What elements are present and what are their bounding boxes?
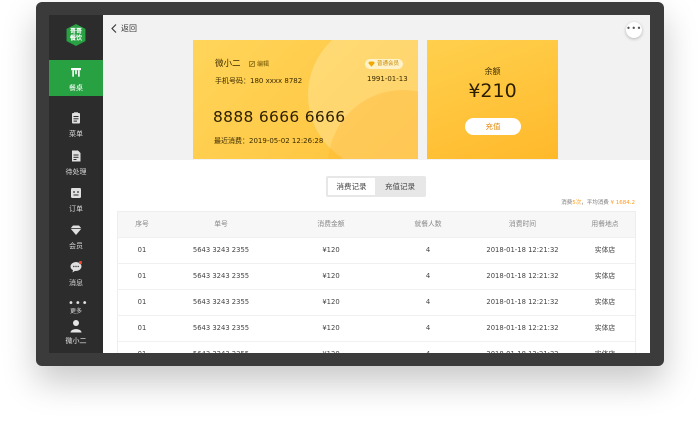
cell-amount: ¥120 bbox=[322, 298, 340, 306]
cell-guests: 4 bbox=[425, 246, 431, 254]
member-level-badge: 普通会员 bbox=[365, 59, 404, 69]
column-header: 就餐人数 bbox=[414, 220, 442, 228]
cell-location: 实体店 bbox=[594, 246, 616, 254]
tab-recharge-records[interactable]: 充值记录 bbox=[376, 178, 424, 195]
cell-order-number: 5643 3243 2355 bbox=[192, 324, 250, 332]
pending-icon bbox=[72, 150, 81, 162]
sidebar-item-menu[interactable]: 菜单 bbox=[49, 106, 103, 142]
order-icon bbox=[71, 188, 81, 198]
summary-average: ¥ 1684.2 bbox=[610, 200, 636, 206]
cell-order-number: 5643 3243 2355 bbox=[192, 272, 250, 280]
edit-button[interactable]: 编辑 bbox=[249, 59, 269, 68]
cell-location: 实体店 bbox=[594, 324, 616, 332]
member-phone: 手机号码：180 xxxx 8782 bbox=[215, 77, 303, 85]
diamond-badge-icon bbox=[368, 61, 375, 67]
cell-order-number: 5643 3243 2355 bbox=[166, 342, 276, 353]
chevron-left-icon bbox=[111, 23, 117, 33]
cell-guests: 4 bbox=[425, 298, 431, 306]
cell-index: 01 bbox=[137, 324, 147, 332]
diamond-icon bbox=[70, 225, 82, 235]
back-label: 返回 bbox=[121, 23, 137, 33]
cell-index: 01 bbox=[137, 298, 147, 306]
table-row[interactable]: 01 5643 3243 2355 ¥120 4 2018-01-18 12:2… bbox=[118, 290, 635, 316]
cell-location: 实体店 bbox=[594, 298, 616, 306]
cell-location: 实体店 bbox=[594, 272, 616, 280]
cell-amount: ¥120 bbox=[322, 324, 340, 332]
main-content: 返回 ••• 微小二 编辑 手机号码：180 xxxx 8782 普通会员 19… bbox=[103, 15, 650, 353]
balance-value: ¥210 bbox=[468, 80, 517, 102]
sidebar-item-label: 餐桌 bbox=[69, 84, 83, 92]
user-avatar-icon[interactable] bbox=[69, 319, 83, 333]
cell-time: 2018-01-18 12:21:32 bbox=[470, 342, 575, 353]
user-name[interactable]: 微小二 bbox=[49, 336, 103, 346]
sidebar-item-order[interactable]: 订单 bbox=[49, 181, 103, 217]
summary-count: 5次 bbox=[572, 200, 582, 206]
member-level-label: 普通会员 bbox=[377, 61, 400, 67]
cell-index: 01 bbox=[118, 342, 166, 353]
sidebar-item-message[interactable]: 消息 bbox=[49, 255, 103, 291]
cell-time: 2018-01-18 12:21:32 bbox=[486, 324, 559, 332]
cell-amount: ¥120 bbox=[322, 272, 340, 280]
cell-guests: 4 bbox=[425, 272, 431, 280]
sidebar-item-table[interactable]: 餐桌 bbox=[49, 60, 103, 96]
cell-time: 2018-01-18 12:21:32 bbox=[486, 298, 559, 306]
back-button[interactable]: 返回 bbox=[111, 21, 137, 35]
app-screen: 哥哥 餐饮 餐桌 菜单 待处理 订单 会员 消息 ••• 更多 微小二 返回 •… bbox=[49, 15, 650, 353]
consumption-table: 序号 单号 消费金额 就餐人数 消费时间 用餐地点 01 5643 3243 2… bbox=[117, 211, 636, 353]
summary-middle: ，平均消费 bbox=[581, 200, 611, 206]
cell-order-number: 5643 3243 2355 bbox=[192, 298, 250, 306]
record-tabs: 消费记录 充值记录 bbox=[326, 176, 426, 197]
edit-icon bbox=[249, 60, 255, 67]
cell-order-number: 5643 3243 2355 bbox=[192, 246, 250, 254]
table-icon bbox=[71, 68, 81, 77]
app-logo: 哥哥 餐饮 bbox=[66, 24, 86, 46]
sidebar-item-label: 会员 bbox=[69, 242, 83, 250]
more-label[interactable]: 更多 bbox=[49, 306, 103, 315]
column-header: 消费金额 bbox=[317, 220, 345, 228]
summary-prefix: 消费 bbox=[561, 200, 573, 206]
menu-icon bbox=[72, 112, 80, 124]
last-consumption: 最近消费：2019-05-02 12:26:28 bbox=[214, 137, 324, 145]
member-card: 微小二 编辑 手机号码：180 xxxx 8782 普通会员 1991-01-1… bbox=[193, 40, 418, 159]
cell-index: 01 bbox=[137, 246, 147, 254]
table-row[interactable]: 01 5643 3243 2355 ¥120 4 2018-01-18 12:2… bbox=[118, 342, 635, 353]
balance-label: 余额 bbox=[484, 67, 501, 76]
balance-card: 余额 ¥210 充值 bbox=[427, 40, 558, 159]
cell-time: 2018-01-18 12:21:32 bbox=[486, 246, 559, 254]
cell-amount: ¥120 bbox=[322, 246, 340, 254]
ellipsis-icon[interactable]: ••• bbox=[626, 22, 642, 38]
table-header-row: 序号 单号 消费金额 就餐人数 消费时间 用餐地点 bbox=[118, 212, 635, 238]
sidebar-item-label: 待处理 bbox=[65, 168, 87, 176]
member-card-number: 8888 6666 6666 bbox=[213, 108, 346, 126]
cell-amount: ¥120 bbox=[276, 342, 386, 353]
column-header: 序号 bbox=[135, 220, 149, 228]
cell-time: 2018-01-18 12:21:32 bbox=[486, 272, 559, 280]
table-row[interactable]: 01 5643 3243 2355 ¥120 4 2018-01-18 12:2… bbox=[118, 238, 635, 264]
message-icon bbox=[70, 261, 82, 273]
sidebar-item-label: 菜单 bbox=[69, 130, 83, 138]
cell-guests: 4 bbox=[386, 342, 470, 353]
sidebar-item-pending[interactable]: 待处理 bbox=[49, 144, 103, 180]
logo-text-bottom: 餐饮 bbox=[69, 35, 82, 42]
member-birthday: 1991-01-13 bbox=[367, 75, 408, 83]
cell-location: 实体店 bbox=[575, 342, 635, 353]
cell-index: 01 bbox=[137, 272, 147, 280]
tab-consumption-records[interactable]: 消费记录 bbox=[328, 178, 375, 195]
edit-label: 编辑 bbox=[257, 61, 270, 68]
tablet-frame: 哥哥 餐饮 餐桌 菜单 待处理 订单 会员 消息 ••• 更多 微小二 返回 •… bbox=[36, 2, 664, 366]
sidebar-item-label: 订单 bbox=[69, 205, 83, 213]
table-row[interactable]: 01 5643 3243 2355 ¥120 4 2018-01-18 12:2… bbox=[118, 316, 635, 342]
sidebar: 哥哥 餐饮 餐桌 菜单 待处理 订单 会员 消息 ••• 更多 微小二 bbox=[49, 15, 103, 353]
column-header: 用餐地点 bbox=[591, 220, 619, 228]
column-header: 单号 bbox=[214, 220, 228, 228]
logo-text-top: 哥哥 bbox=[69, 28, 82, 35]
column-header: 消费时间 bbox=[508, 220, 537, 228]
table-row[interactable]: 01 5643 3243 2355 ¥120 4 2018-01-18 12:2… bbox=[118, 264, 635, 290]
sidebar-item-label: 消息 bbox=[69, 279, 83, 287]
sidebar-item-member[interactable]: 会员 bbox=[49, 218, 103, 254]
recharge-button[interactable]: 充值 bbox=[465, 118, 521, 135]
cell-guests: 4 bbox=[425, 324, 431, 332]
consumption-summary: 消费5次，平均消费 ¥ 1684.2 bbox=[561, 198, 635, 206]
member-name: 微小二 bbox=[215, 59, 241, 69]
